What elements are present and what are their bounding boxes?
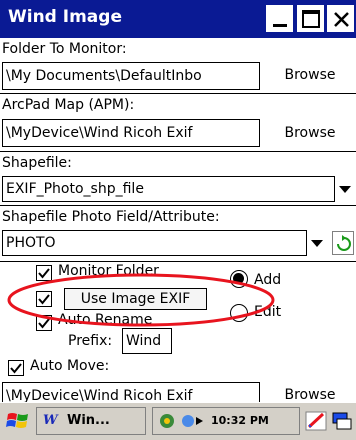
divider [0,205,356,206]
photo-field-value: PHOTO [6,235,56,251]
close-icon [334,12,349,27]
checkmark-icon [10,363,22,374]
shapefile-select[interactable]: EXIF_Photo_shp_file [2,176,354,202]
photo-field-dropdown-button[interactable] [306,230,326,256]
title-bar: Wind Image [0,0,356,38]
clock: 10:32 PM [211,414,269,427]
connection-icon[interactable] [179,408,209,434]
main-panel: Folder To Monitor: \My Documents\Default… [0,38,356,410]
auto-rename-checkbox[interactable] [36,315,52,331]
photo-field-label: Shapefile Photo Field/Attribute: [2,209,220,225]
use-image-exif-checkbox[interactable] [36,291,52,307]
desktop-icon[interactable] [330,408,354,434]
checkmark-icon [38,294,50,305]
prefix-input[interactable]: Wind [122,328,172,354]
radio-selected-dot [233,273,244,284]
chevron-down-icon [311,240,323,247]
monitor-folder-label: Monitor Folder [58,263,159,279]
arcpad-browse-button[interactable]: Browse [266,120,354,148]
monitor-folder-checkbox[interactable] [36,265,52,281]
maximize-button[interactable] [297,5,324,32]
folder-browse-button[interactable]: Browse [266,62,354,90]
add-radio[interactable] [230,270,248,288]
maximize-icon [302,10,320,28]
windows-flag-icon [6,413,28,428]
folder-label: Folder To Monitor: [2,41,127,57]
shapefile-label: Shapefile: [2,155,72,171]
chevron-down-icon [339,186,351,193]
prefix-label: Prefix: [68,333,113,349]
auto-rename-label: Auto Rename [58,312,153,328]
taskbar: W Win... 10:32 PM [0,402,356,440]
minimize-icon [273,24,287,27]
shapefile-dropdown-button[interactable] [334,176,354,202]
pen-edit-icon[interactable] [304,408,328,434]
photo-field-select[interactable]: PHOTO [2,230,326,256]
auto-move-checkbox[interactable] [8,360,24,376]
shapefile-value: EXIF_Photo_shp_file [6,181,144,197]
add-label: Add [254,272,282,288]
close-button[interactable] [327,5,354,32]
system-tray: 10:32 PM [152,407,300,435]
network-icon[interactable] [157,408,177,434]
minimize-button[interactable] [266,5,293,32]
divider [0,261,356,262]
auto-move-label: Auto Move: [30,358,110,374]
arcpad-label: ArcPad Map (APM): [2,97,135,113]
taskbar-app-label: Win... [67,413,110,428]
folder-input[interactable]: \My Documents\DefaultInbo [2,62,260,90]
use-image-exif-button[interactable]: Use Image EXIF [64,288,207,310]
divider [0,151,356,152]
wind-app-icon: W [43,413,58,428]
start-button[interactable] [4,408,32,434]
taskbar-app-button[interactable]: W Win... [36,407,146,435]
refresh-icon [337,235,351,251]
refresh-button[interactable] [332,231,354,255]
window-title: Wind Image [8,7,122,27]
checkmark-icon [38,268,50,279]
arcpad-input[interactable]: \MyDevice\Wind Ricoh Exif [2,119,260,147]
checkmark-icon [38,318,50,329]
edit-radio[interactable] [230,304,248,322]
edit-label: Edit [254,304,282,320]
divider [0,93,356,94]
